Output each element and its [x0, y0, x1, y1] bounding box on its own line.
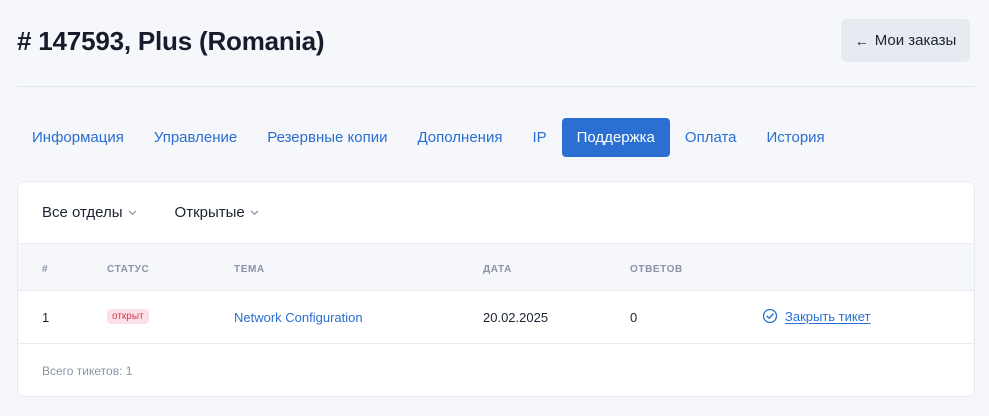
tab-addons[interactable]: Дополнения	[402, 118, 517, 157]
department-filter-label: Все отделы	[42, 204, 123, 221]
close-ticket-button[interactable]: Закрыть тикет	[762, 308, 870, 324]
tab-ip[interactable]: IP	[517, 118, 561, 157]
ticket-id: 1	[42, 310, 50, 325]
tab-backups[interactable]: Резервные копии	[252, 118, 402, 157]
ticket-replies: 0	[630, 310, 638, 325]
tab-history[interactable]: История	[752, 118, 840, 157]
column-header-date: ДАТА	[483, 264, 512, 275]
tab-bar: Информация Управление Резервные копии До…	[17, 118, 840, 157]
page: # 147593, Plus (Romania) ← Мои заказы Ин…	[0, 0, 989, 416]
ticket-subject-link[interactable]: Network Configuration	[234, 310, 363, 325]
tab-info[interactable]: Информация	[17, 118, 139, 157]
check-circle-icon	[762, 308, 778, 324]
column-header-subject: ТЕМА	[234, 264, 265, 275]
table-header: # СТАТУС ТЕМА ДАТА ОТВЕТОВ	[18, 243, 974, 291]
tab-management[interactable]: Управление	[139, 118, 252, 157]
tickets-total: Всего тикетов: 1	[42, 363, 133, 378]
table-row: 1 открыт Network Configuration 20.02.202…	[18, 291, 974, 344]
status-filter[interactable]: Открытые	[175, 204, 259, 221]
tab-payment[interactable]: Оплата	[670, 118, 752, 157]
chevron-down-icon	[250, 210, 258, 215]
my-orders-label: Мои заказы	[874, 32, 957, 49]
ticket-date: 20.02.2025	[483, 310, 549, 325]
arrow-left-icon: ←	[854, 32, 869, 49]
column-header-replies: ОТВЕТОВ	[630, 264, 683, 275]
column-header-status: СТАТУС	[107, 264, 150, 275]
chevron-down-icon	[128, 210, 136, 215]
page-title: # 147593, Plus (Romania)	[17, 26, 325, 56]
my-orders-button[interactable]: ← Мои заказы	[841, 19, 970, 62]
status-filter-label: Открытые	[174, 204, 245, 221]
page-header: # 147593, Plus (Romania) ← Мои заказы	[17, 0, 975, 87]
status-badge: открыт	[107, 309, 149, 324]
tickets-card: Все отделы Открытые # СТАТУС ТЕМА ДАТА О…	[17, 181, 975, 397]
department-filter[interactable]: Все отделы	[42, 204, 137, 221]
filters-bar: Все отделы Открытые	[18, 182, 974, 243]
tab-support[interactable]: Поддержка	[561, 118, 670, 157]
column-header-number: #	[42, 264, 49, 275]
close-ticket-label: Закрыть тикет	[785, 308, 871, 324]
